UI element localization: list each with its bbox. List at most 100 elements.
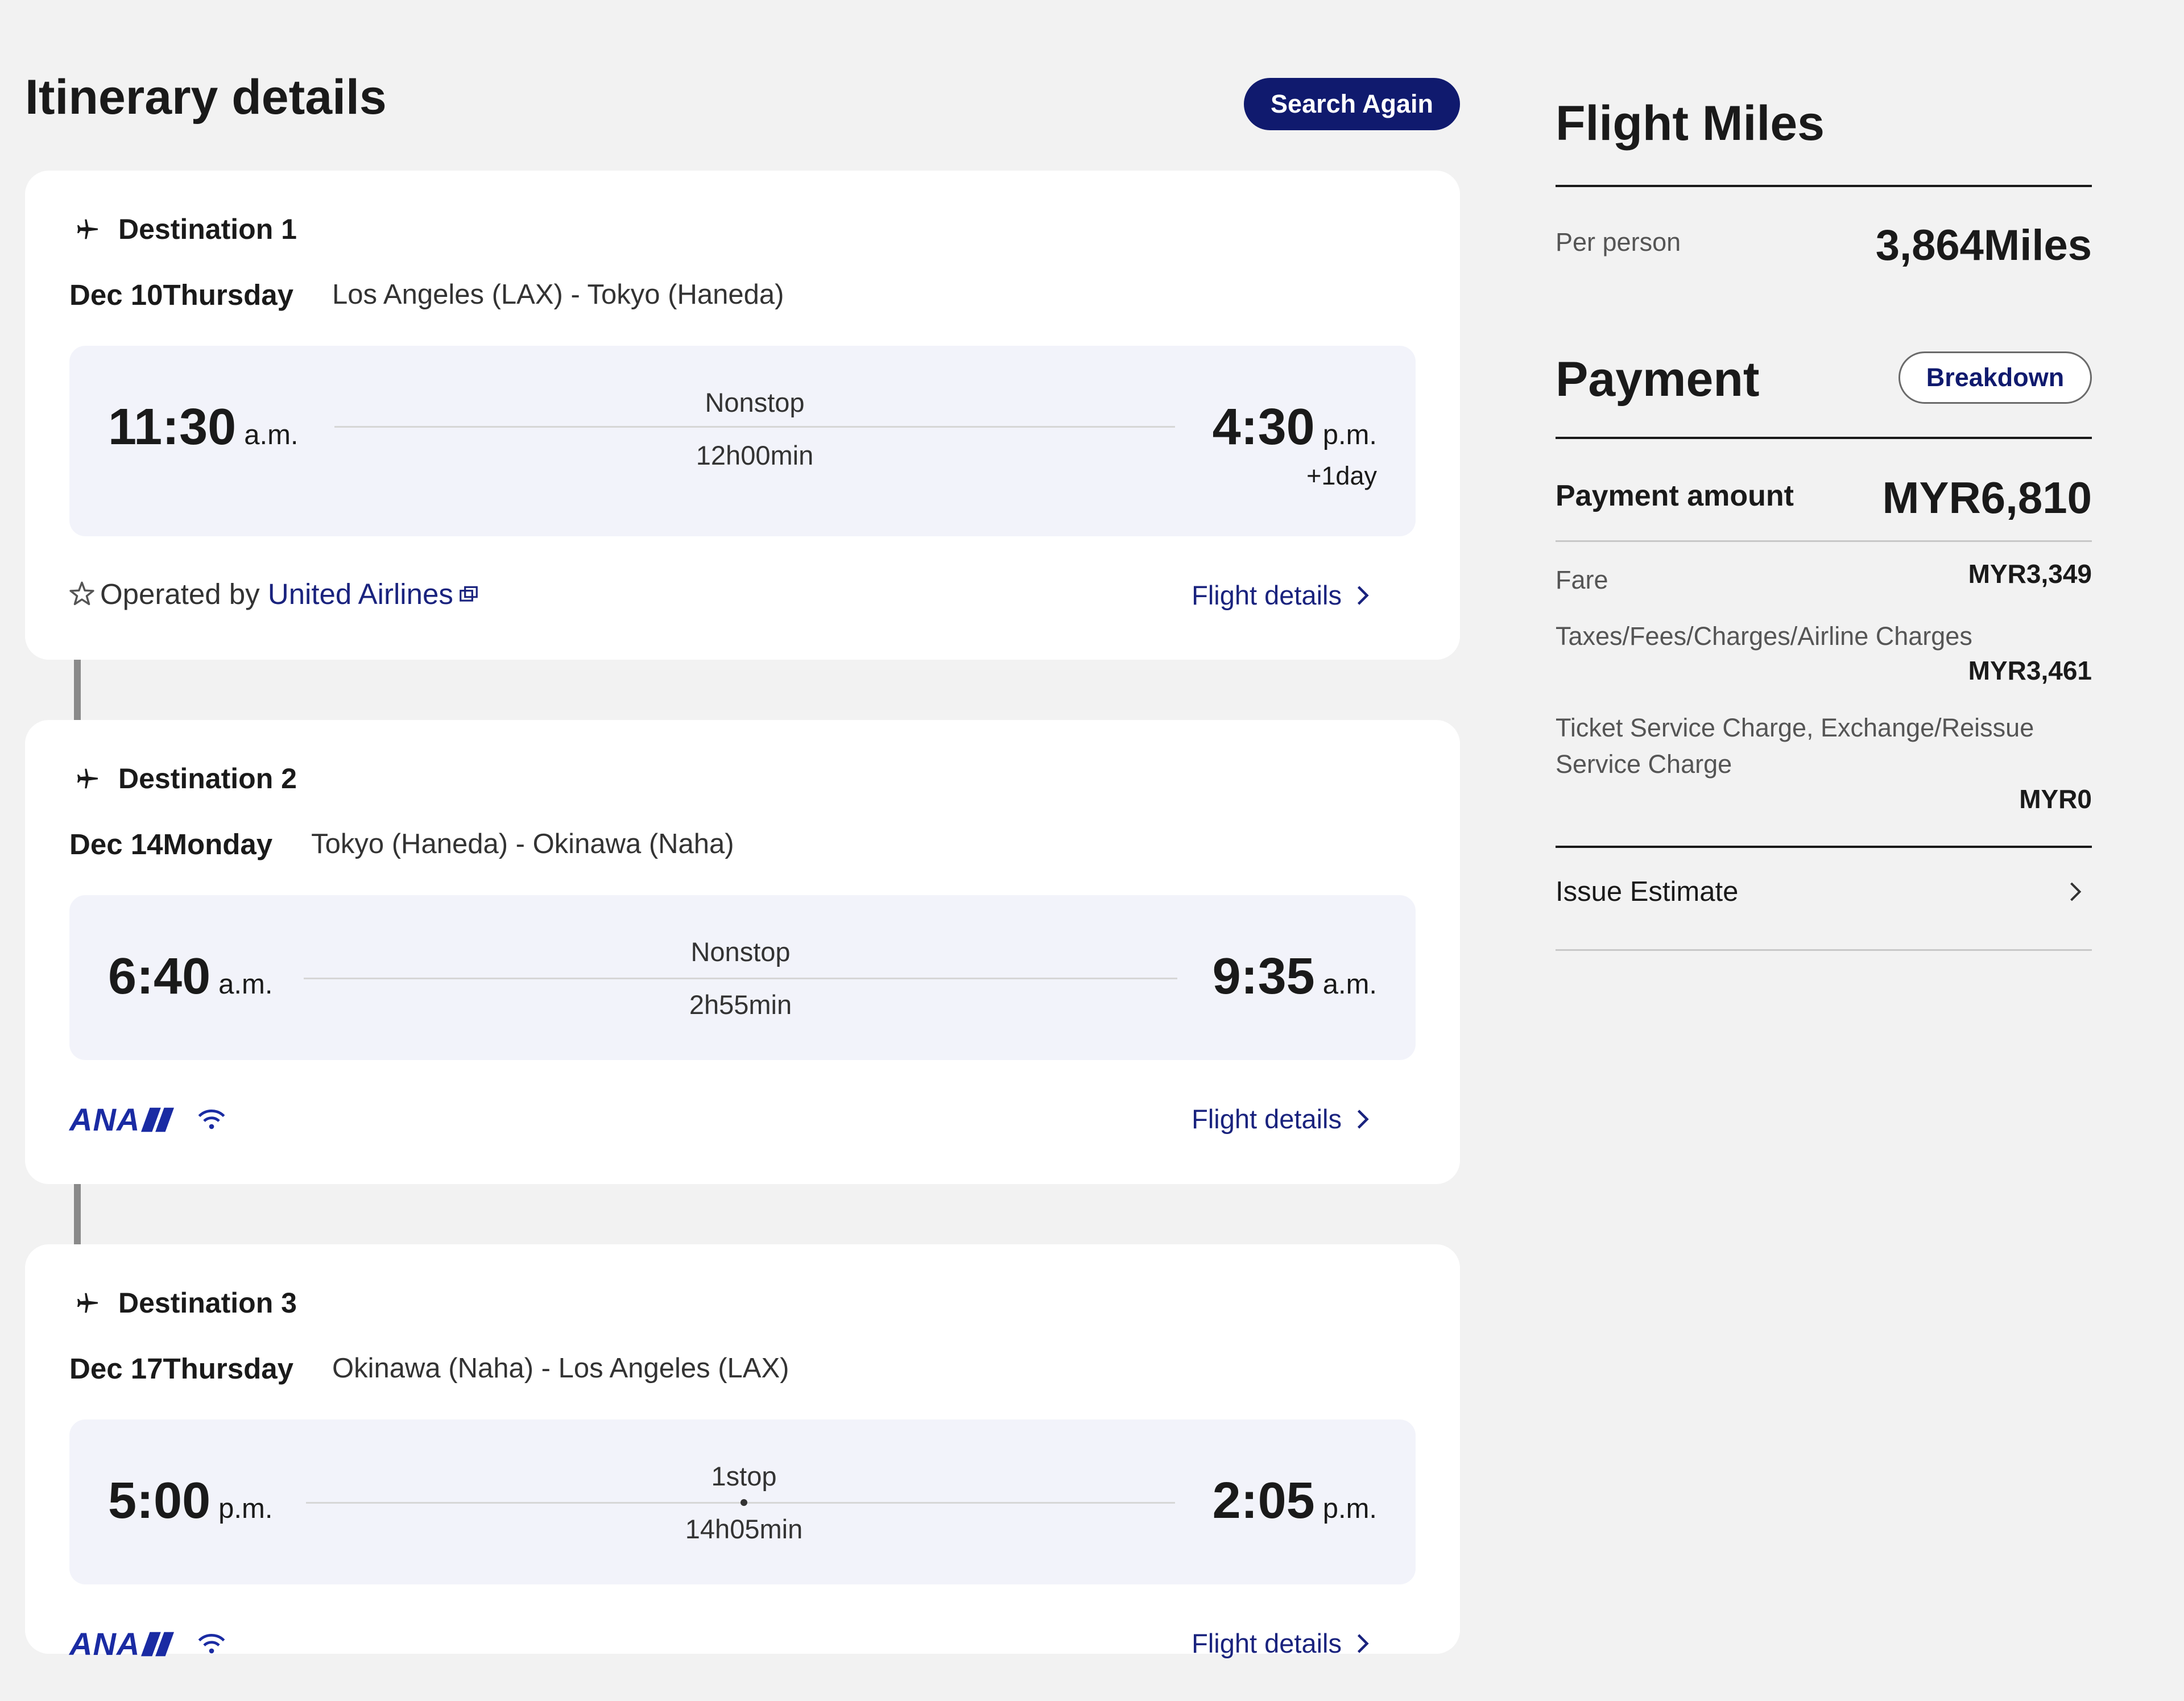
destination-header: Destination 1	[69, 210, 1416, 248]
departure-time: 6:40 a.m.	[108, 947, 272, 1006]
destination-header: Destination 2	[69, 760, 1416, 797]
duration: 14h05min	[685, 1514, 803, 1544]
flight-times: 11:30 a.m. Nonstop 12h00min 4:30 p.m. +1da…	[69, 346, 1416, 536]
destination-card-3: Destination 3 Dec 17Thursday Okinawa (Na…	[25, 1244, 1460, 1662]
date-route-row: Dec 14Monday Tokyo (Haneda) - Okinawa (N…	[69, 826, 1416, 862]
star-alliance-icon	[69, 581, 94, 605]
issue-estimate-link[interactable]: Issue Estimate	[1556, 876, 2092, 908]
flight-details-link[interactable]: Flight details	[1192, 580, 1371, 611]
destination-card-1: Destination 1 Dec 10Thursday Los Angeles…	[25, 171, 1460, 660]
fare-label: Fare	[1556, 565, 1608, 594]
card-footer: ANA Flight details	[69, 1060, 1416, 1177]
route-line	[334, 426, 1175, 428]
wifi-icon	[198, 1633, 225, 1653]
departure-ampm: a.m.	[218, 969, 273, 1000]
wifi-icon	[198, 1109, 225, 1129]
ana-stripe-icon	[141, 1632, 175, 1656]
taxes-value: MYR3,461	[1968, 656, 2092, 685]
divider	[1556, 540, 2092, 542]
duration: 2h55min	[689, 990, 792, 1020]
date-route-row: Dec 17Thursday Okinawa (Naha) - Los Ange…	[69, 1350, 1416, 1387]
chevron-right-icon	[2070, 882, 2082, 901]
search-again-button[interactable]: Search Again	[1244, 78, 1460, 130]
itinerary-header: Itinerary details Search Again	[25, 0, 1460, 171]
flight-details-label: Flight details	[1192, 1104, 1342, 1134]
card-footer: ANA Flight details	[69, 1584, 1416, 1701]
plane-icon	[77, 219, 98, 239]
ana-logo-text: ANA	[69, 1626, 140, 1662]
flight-details-label: Flight details	[1192, 1628, 1342, 1658]
divider	[1556, 846, 2092, 848]
divider	[1556, 949, 2092, 951]
service-charge-label-line2: Service Charge	[1556, 750, 1732, 779]
flight-miles-title: Flight Miles	[1556, 96, 1825, 151]
operated-by: Operated by United Airlines	[67, 577, 479, 611]
flight-details-link[interactable]: Flight details	[1192, 1103, 1371, 1135]
plane-icon	[77, 768, 98, 789]
flight-route: Tokyo (Haneda) - Okinawa (Naha)	[311, 829, 734, 859]
arrival-ampm: p.m.	[1322, 1493, 1377, 1524]
route-line	[304, 978, 1177, 979]
page-title: Itinerary details	[25, 70, 387, 125]
arrival-ampm: a.m.	[1322, 969, 1377, 1000]
operated-by-prefix: Operated by	[100, 578, 260, 610]
flight-date: Dec 14Monday	[69, 827, 273, 860]
fare-value: MYR3,349	[1968, 559, 2092, 589]
stop-dot	[741, 1499, 747, 1506]
arrival-time: 9:35 a.m.	[1213, 947, 1377, 1006]
service-charge-value: MYR0	[2019, 784, 2092, 814]
arrival-time-value: 9:35	[1212, 948, 1315, 1005]
departure-ampm: a.m.	[244, 420, 299, 450]
arrival-time-value: 4:30	[1212, 399, 1315, 456]
flight-times: 6:40 a.m. Nonstop 2h55min 9:35 a.m.	[69, 895, 1416, 1060]
ana-stripe-icon	[141, 1107, 175, 1132]
issue-estimate-label: Issue Estimate	[1556, 876, 1739, 907]
payment-title: Payment	[1556, 352, 1760, 407]
payment-amount-label: Payment amount	[1556, 479, 1794, 512]
destination-header: Destination 3	[69, 1284, 1416, 1322]
plane-icon	[77, 1293, 98, 1313]
departure-time-value: 6:40	[108, 948, 211, 1005]
date-route-row: Dec 10Thursday Los Angeles (LAX) - Tokyo…	[69, 276, 1416, 313]
arrival-time-value: 2:05	[1212, 1472, 1315, 1529]
per-person-miles: 3,864Miles	[1875, 221, 2092, 270]
connector-line	[74, 660, 81, 720]
destination-card-2: Destination 2 Dec 14Monday Tokyo (Haneda…	[25, 720, 1460, 1184]
operating-airline-link[interactable]: United Airlines	[268, 577, 453, 611]
plus-day-badge: +1day	[1306, 461, 1377, 490]
flight-route: Los Angeles (LAX) - Tokyo (Haneda)	[332, 279, 784, 310]
chevron-right-icon	[1357, 585, 1369, 605]
duration: 12h00min	[696, 440, 814, 470]
arrival-time: 4:30 p.m. +1day	[1213, 398, 1377, 491]
flight-times: 5:00 p.m. 1stop 14h05min 2:05 p.m.	[69, 1419, 1416, 1584]
destination-label: Destination 1	[118, 213, 297, 245]
divider	[1556, 185, 2092, 187]
flight-date: Dec 10Thursday	[69, 278, 294, 311]
carrier-logo: ANA	[69, 1625, 226, 1662]
divider	[1556, 437, 2092, 439]
departure-time: 5:00 p.m.	[108, 1472, 272, 1530]
departure-ampm: p.m.	[218, 1493, 273, 1524]
arrival-ampm: p.m.	[1322, 420, 1377, 450]
card-footer: Operated by United Airlines Flight detai…	[69, 536, 1416, 653]
destination-label: Destination 2	[118, 763, 297, 794]
page: Itinerary details Search Again Destinati…	[0, 0, 2184, 1694]
connector-line	[74, 1184, 81, 1244]
chevron-right-icon	[1357, 1109, 1369, 1129]
flight-route: Okinawa (Naha) - Los Angeles (LAX)	[332, 1353, 789, 1384]
itinerary-column: Itinerary details Search Again Destinati…	[25, 0, 1460, 1662]
per-person-label: Per person	[1556, 227, 1681, 256]
carrier-logo: ANA	[69, 1101, 226, 1138]
departure-time-value: 5:00	[108, 1472, 211, 1529]
stop-label: 1stop	[711, 1461, 777, 1491]
flight-details-link[interactable]: Flight details	[1192, 1628, 1371, 1659]
flight-details-label: Flight details	[1192, 580, 1342, 610]
departure-time: 11:30 a.m.	[108, 398, 299, 457]
arrival-time: 2:05 p.m.	[1213, 1472, 1377, 1530]
breakdown-button[interactable]: Breakdown	[1898, 351, 2092, 404]
destination-label: Destination 3	[118, 1287, 297, 1319]
external-link-icon	[460, 586, 478, 602]
departure-time-value: 11:30	[108, 399, 237, 456]
chevron-right-icon	[1357, 1633, 1369, 1653]
service-charge-label-line1: Ticket Service Charge, Exchange/Reissue	[1556, 713, 2034, 742]
